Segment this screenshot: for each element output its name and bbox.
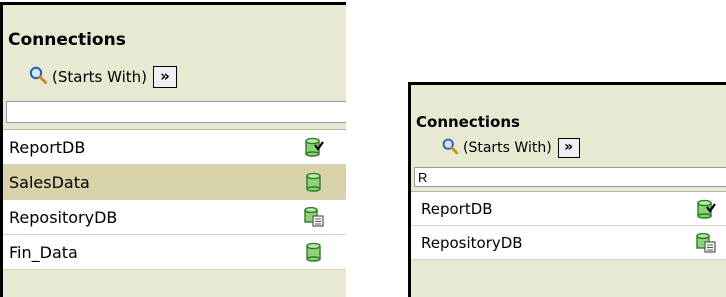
database-document-icon	[304, 207, 324, 227]
list-item-repositorydb[interactable]: RepositoryDB	[3, 200, 346, 235]
panel-title: Connections	[416, 113, 520, 131]
filter-mode-label[interactable]: (Starts With)	[463, 140, 552, 156]
list-item-repositorydb[interactable]: RepositoryDB	[411, 226, 726, 260]
search-input[interactable]	[414, 167, 726, 187]
connections-list: ReportDB SalesData RepositoryDB Fin_Data	[3, 129, 346, 270]
list-item-reportdb[interactable]: ReportDB	[3, 130, 346, 165]
more-options-button[interactable]: »	[153, 66, 177, 88]
filter-mode-label[interactable]: (Starts With)	[52, 68, 147, 86]
list-item-label: RepositoryDB	[421, 234, 523, 252]
connections-panel-unfiltered: Connections (Starts With) » ReportDB Sal…	[0, 2, 346, 297]
database-icon	[306, 242, 321, 262]
list-item-label: RepositoryDB	[9, 208, 118, 227]
database-document-icon	[696, 233, 716, 253]
more-options-button[interactable]: »	[557, 138, 580, 158]
database-check-icon	[305, 137, 324, 157]
search-icon[interactable]	[28, 65, 48, 89]
connections-list: ReportDB RepositoryDB	[411, 191, 726, 260]
search-input[interactable]	[6, 101, 346, 123]
filter-row: (Starts With) »	[28, 65, 177, 89]
panel-title: Connections	[8, 30, 126, 50]
list-item-label: ReportDB	[9, 138, 86, 157]
database-check-icon	[697, 199, 716, 219]
search-icon[interactable]	[441, 137, 459, 159]
list-item-label: Fin_Data	[9, 243, 78, 262]
database-icon	[306, 172, 321, 192]
filter-row: (Starts With) »	[441, 137, 580, 159]
list-item-label: ReportDB	[421, 200, 493, 218]
list-item-fin-data[interactable]: Fin_Data	[3, 235, 346, 270]
connections-panel-filtered: Connections (Starts With) » ReportDB Rep…	[408, 82, 726, 297]
list-item-salesdata[interactable]: SalesData	[3, 165, 346, 200]
list-item-reportdb[interactable]: ReportDB	[411, 192, 726, 226]
list-item-label: SalesData	[9, 173, 90, 192]
